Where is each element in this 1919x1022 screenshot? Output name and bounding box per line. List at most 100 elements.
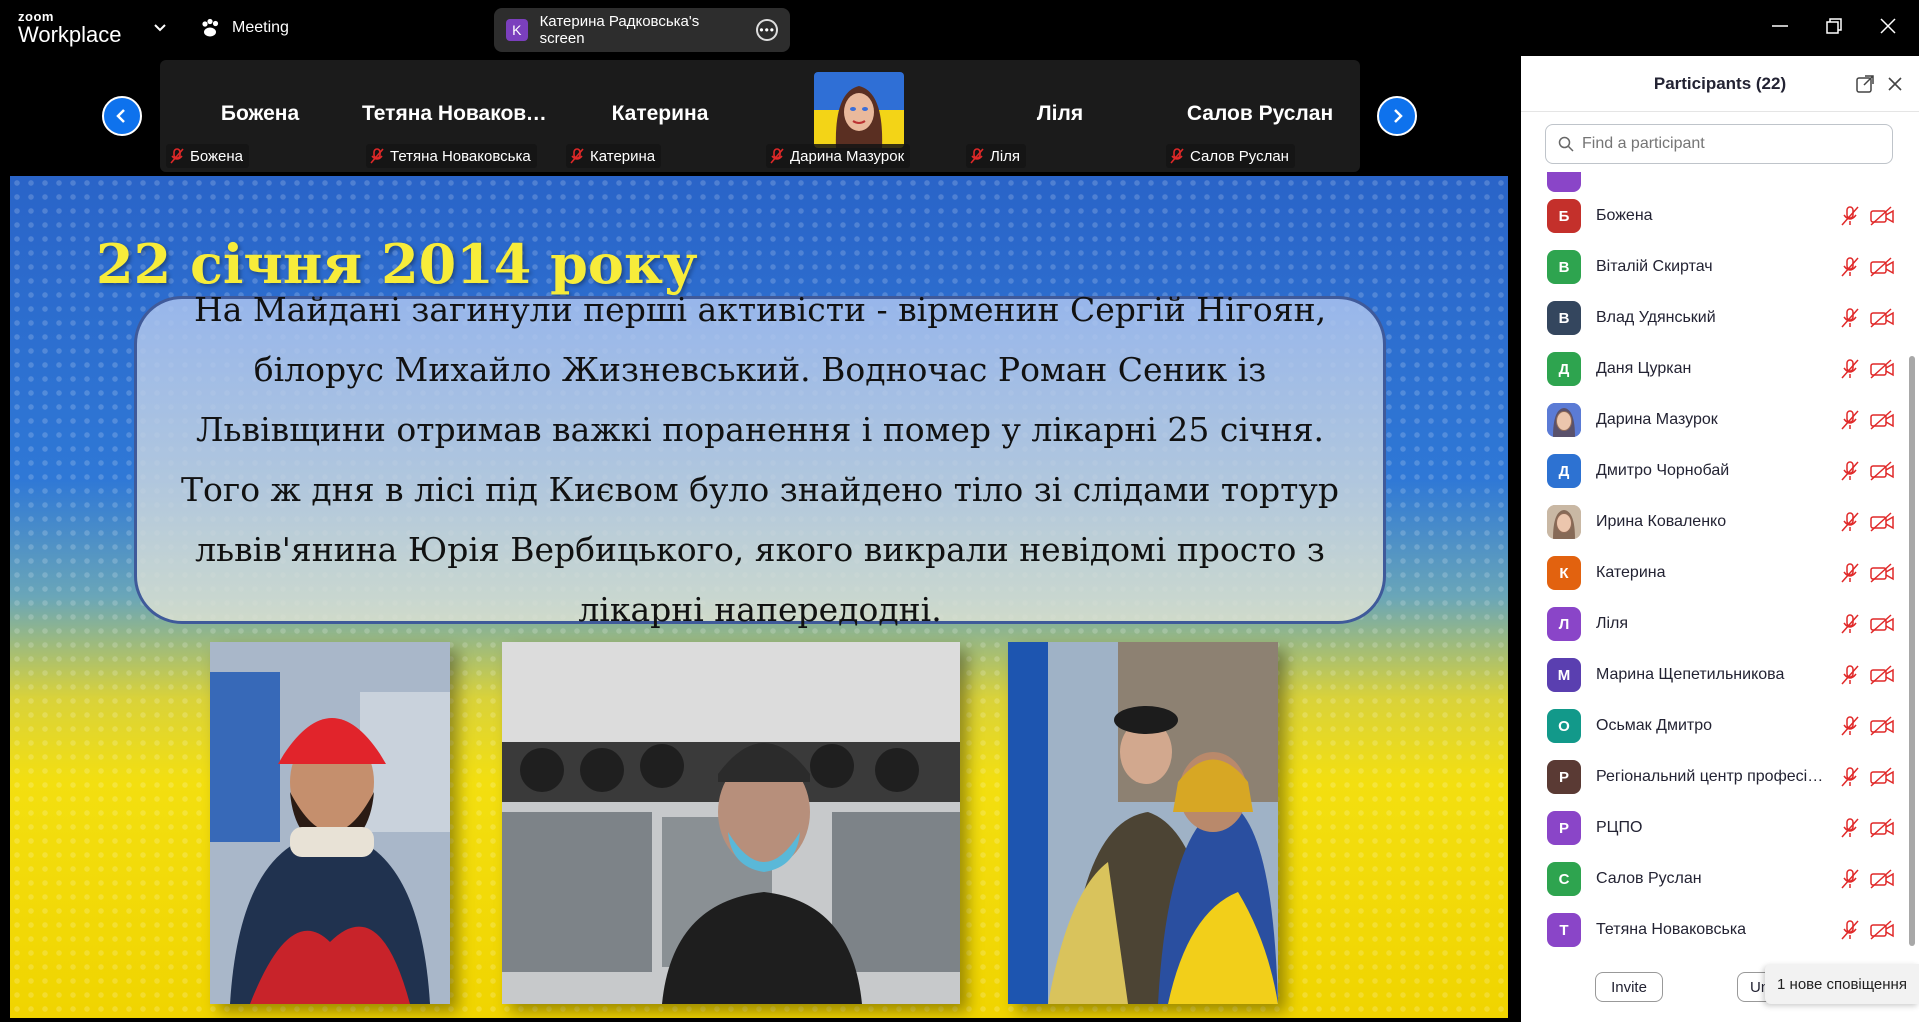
- mic-muted-icon[interactable]: [1839, 715, 1861, 737]
- tile-name: Ліля: [1036, 102, 1084, 125]
- participant-name: Осьмак Дмитро: [1596, 717, 1713, 734]
- chevron-right-icon: [1394, 109, 1403, 123]
- zoom-window: zoom Workplace Meeting K Катерина Радков…: [0, 0, 1919, 1022]
- shared-screen: 22 січня 2014 року На Майдані загинули п…: [10, 176, 1508, 1018]
- video-tile[interactable]: Ліля Ліля: [962, 64, 1158, 168]
- tile-label-text: Божена: [190, 147, 244, 165]
- video-off-icon[interactable]: [1869, 613, 1895, 635]
- participant-row[interactable]: Дарина Мазурок: [1521, 395, 1911, 446]
- gallery-next-button[interactable]: [1377, 96, 1417, 136]
- participant-row[interactable]: Д Дмитро Чорнобай: [1521, 446, 1911, 497]
- tile-name: Божена: [220, 102, 300, 125]
- screen-share-label: Катерина Радковська's screen: [539, 13, 700, 47]
- participant-avatar: Д: [1547, 352, 1581, 386]
- screen-share-indicator[interactable]: K Катерина Радковська's screen •••: [494, 8, 790, 52]
- minimize-icon[interactable]: [1768, 14, 1792, 38]
- scrollbar-thumb[interactable]: [1909, 356, 1915, 946]
- chevron-left-icon: [116, 109, 125, 123]
- mic-muted-icon[interactable]: [1839, 460, 1861, 482]
- video-off-icon[interactable]: [1869, 868, 1895, 890]
- video-tile[interactable]: Божена Божена: [162, 64, 358, 168]
- participant-row[interactable]: Б Божена: [1521, 191, 1911, 242]
- participant-avatar: Т: [1547, 913, 1581, 947]
- close-icon[interactable]: [1876, 14, 1900, 38]
- tile-label: Дарина Мазурок: [766, 144, 911, 168]
- participant-avatar: Б: [1547, 199, 1581, 233]
- participant-row[interactable]: Л Ліля: [1521, 599, 1911, 650]
- participant-row[interactable]: В Влад Удянський: [1521, 293, 1911, 344]
- participant-name: Салов Руслан: [1596, 870, 1702, 887]
- participant-name: Влад Удянський: [1596, 309, 1716, 326]
- mic-muted-icon[interactable]: [1839, 409, 1861, 431]
- mic-muted-icon: [1170, 148, 1184, 164]
- video-off-icon[interactable]: [1869, 817, 1895, 839]
- participant-row[interactable]: Р Регіональний центр професійн...: [1521, 752, 1911, 803]
- mic-muted-icon[interactable]: [1839, 868, 1861, 890]
- video-off-icon[interactable]: [1869, 562, 1895, 584]
- participant-row[interactable]: О Осьмак Дмитро: [1521, 701, 1911, 752]
- participant-name: Ирина Коваленко: [1596, 513, 1727, 530]
- participant-name: РЦПО: [1596, 819, 1643, 836]
- meeting-button[interactable]: Meeting: [200, 12, 289, 44]
- mic-muted-icon[interactable]: [1839, 613, 1861, 635]
- mic-muted-icon[interactable]: [1839, 664, 1861, 686]
- video-tile[interactable]: Салов Руслан Салов Руслан: [1162, 64, 1358, 168]
- video-off-icon[interactable]: [1869, 511, 1895, 533]
- more-options-icon[interactable]: •••: [756, 19, 778, 41]
- mic-muted-icon[interactable]: [1839, 562, 1861, 584]
- video-off-icon[interactable]: [1869, 205, 1895, 227]
- video-off-icon[interactable]: [1869, 919, 1895, 941]
- notification-toast[interactable]: 1 нове сповіщення: [1765, 964, 1919, 1004]
- tile-label: Ліля: [966, 144, 1027, 168]
- mic-muted-icon[interactable]: [1839, 205, 1861, 227]
- video-off-icon[interactable]: [1869, 307, 1895, 329]
- participant-avatar: М: [1547, 658, 1581, 692]
- close-panel-icon[interactable]: [1885, 74, 1905, 94]
- mic-muted-icon[interactable]: [1839, 256, 1861, 278]
- participant-row[interactable]: Д Даня Цуркан: [1521, 344, 1911, 395]
- video-off-icon[interactable]: [1869, 409, 1895, 431]
- participant-avatar: [1547, 505, 1581, 539]
- paw-icon: [202, 18, 219, 37]
- mic-muted-icon[interactable]: [1839, 919, 1861, 941]
- participant-name: Дмитро Чорнобай: [1596, 462, 1730, 479]
- participant-name: Катерина: [1596, 564, 1666, 581]
- zoom-workplace-logo[interactable]: zoom Workplace: [18, 10, 122, 46]
- video-off-icon[interactable]: [1869, 460, 1895, 482]
- video-off-icon[interactable]: [1869, 358, 1895, 380]
- video-off-icon[interactable]: [1869, 664, 1895, 686]
- mic-muted-icon[interactable]: [1839, 307, 1861, 329]
- participant-row[interactable]: Р РЦПО: [1521, 803, 1911, 854]
- mic-muted-icon[interactable]: [1839, 511, 1861, 533]
- video-tile[interactable]: Тетяна Новаковська Тетяна Новаковська: [362, 64, 558, 168]
- video-tile[interactable]: Дарина Мазурок: [762, 64, 958, 168]
- restore-icon[interactable]: [1822, 14, 1846, 38]
- search-input[interactable]: [1582, 135, 1882, 153]
- slide-photo: [1008, 642, 1278, 1004]
- video-off-icon[interactable]: [1869, 256, 1895, 278]
- chevron-down-icon[interactable]: [150, 18, 170, 38]
- sharer-avatar: K: [506, 19, 528, 41]
- participant-row[interactable]: Т Тетяна Новаковська: [1521, 905, 1911, 956]
- participant-row[interactable]: В Віталій Скиртач: [1521, 242, 1911, 293]
- gallery-prev-button[interactable]: [102, 96, 142, 136]
- participant-row[interactable]: К Катерина: [1521, 548, 1911, 599]
- tile-label-text: Тетяна Новаковська: [390, 147, 531, 165]
- participant-row[interactable]: М Марина Щепетильникова: [1521, 650, 1911, 701]
- participant-row[interactable]: Ирина Коваленко: [1521, 497, 1911, 548]
- title-bar: zoom Workplace Meeting K Катерина Радков…: [0, 0, 1919, 56]
- mic-muted-icon[interactable]: [1839, 766, 1861, 788]
- video-off-icon[interactable]: [1869, 766, 1895, 788]
- participant-name: Віталій Скиртач: [1596, 258, 1713, 275]
- tile-name: Тетяна Новаковська: [362, 102, 558, 125]
- invite-button[interactable]: Invite: [1595, 972, 1663, 1002]
- tile-label-text: Салов Руслан: [1190, 147, 1289, 165]
- participant-search[interactable]: [1545, 124, 1893, 164]
- mic-muted-icon[interactable]: [1839, 358, 1861, 380]
- mic-muted-icon[interactable]: [1839, 817, 1861, 839]
- video-tile[interactable]: Катерина Катерина: [562, 64, 758, 168]
- participant-row[interactable]: С Салов Руслан: [1521, 854, 1911, 905]
- pop-out-icon[interactable]: [1855, 74, 1875, 94]
- mic-muted-icon: [970, 148, 984, 164]
- video-off-icon[interactable]: [1869, 715, 1895, 737]
